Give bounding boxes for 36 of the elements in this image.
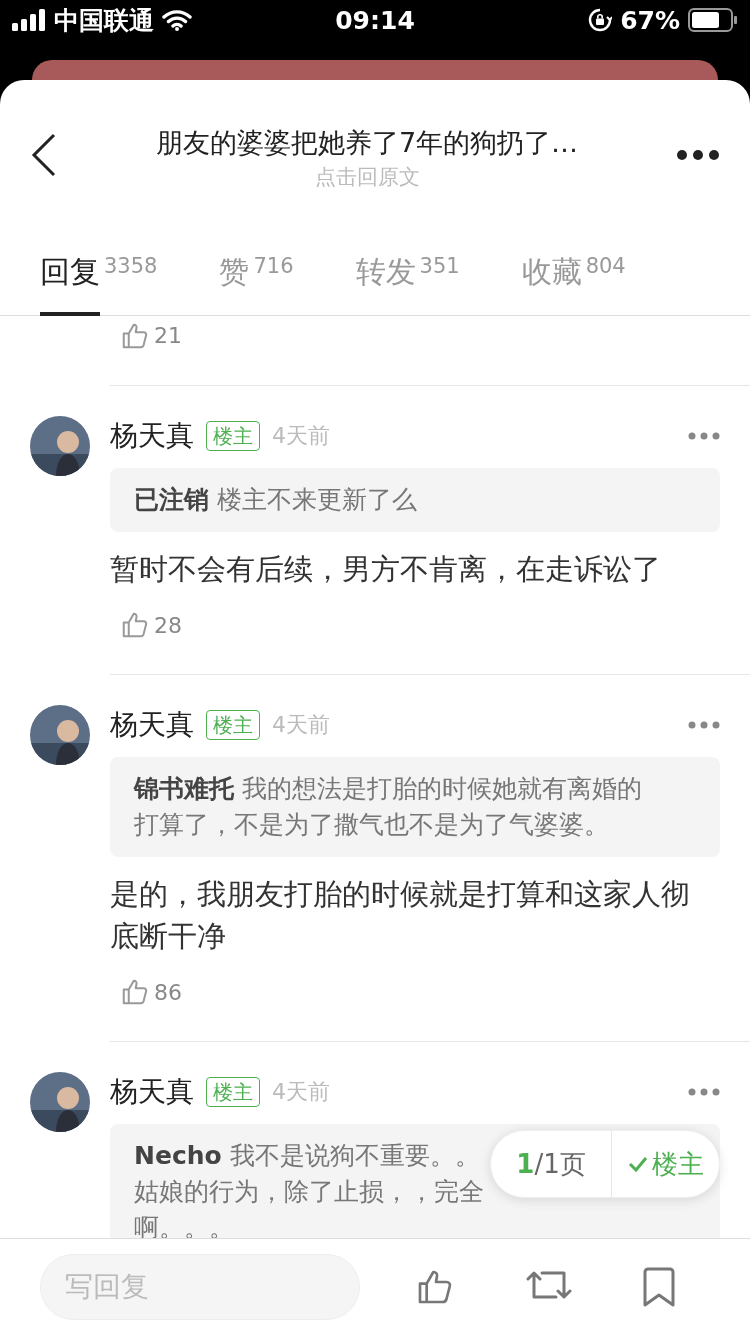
thumbs-up-icon <box>120 610 150 640</box>
battery-percent: 67% <box>620 5 680 35</box>
wifi-icon <box>162 9 192 31</box>
post-title: 朋友的婆婆把她养了7年的狗扔了… <box>155 126 579 160</box>
reply-text: 暂时不会有后续，男方不肯离，在走诉讼了 <box>110 551 662 588</box>
more-options-button[interactable] <box>676 149 720 161</box>
page-indicator[interactable]: 1/1页 <box>491 1131 612 1197</box>
reply-text: 是的，我朋友打胎的时候就是打算和这家人彻底断干净 <box>110 876 691 955</box>
thumbs-up-icon <box>120 977 150 1007</box>
post-time: 4天前 <box>272 422 331 450</box>
author-badge: 楼主 <box>206 710 260 740</box>
avatar[interactable] <box>30 416 90 476</box>
user-name[interactable]: 杨天真 <box>110 1073 194 1111</box>
like-count: 86 <box>154 979 182 1005</box>
quoted-reply: 锦书难托 我的想法是打胎的时候她就有离婚的 打算了，不是为了撒气也不是为了气婆婆。 <box>110 757 720 857</box>
signal-icon <box>12 9 46 31</box>
carrier-name: 中国联通 <box>54 4 154 37</box>
author-badge: 楼主 <box>206 421 260 451</box>
clock-time: 09:14 <box>335 5 415 35</box>
back-button[interactable] <box>30 133 58 177</box>
bookmark-button[interactable] <box>642 1266 675 1307</box>
author-badge: 楼主 <box>206 1077 260 1107</box>
check-icon <box>627 1156 648 1172</box>
user-name[interactable]: 杨天真 <box>110 417 194 455</box>
rotation-lock-icon <box>588 8 613 32</box>
like-count: 28 <box>154 612 182 638</box>
avatar[interactable] <box>30 705 90 765</box>
battery-icon <box>688 8 738 32</box>
avatar[interactable] <box>30 1072 90 1132</box>
reply-input[interactable]: 写回复 <box>40 1253 360 1320</box>
post-time: 4天前 <box>272 711 331 739</box>
like-count: 21 <box>154 325 182 347</box>
post-time: 4天前 <box>272 1078 331 1106</box>
thumbs-up-icon <box>120 321 150 351</box>
user-name[interactable]: 杨天真 <box>110 706 194 744</box>
quoted-reply: 已注销 楼主不来更新了么 <box>110 468 720 532</box>
